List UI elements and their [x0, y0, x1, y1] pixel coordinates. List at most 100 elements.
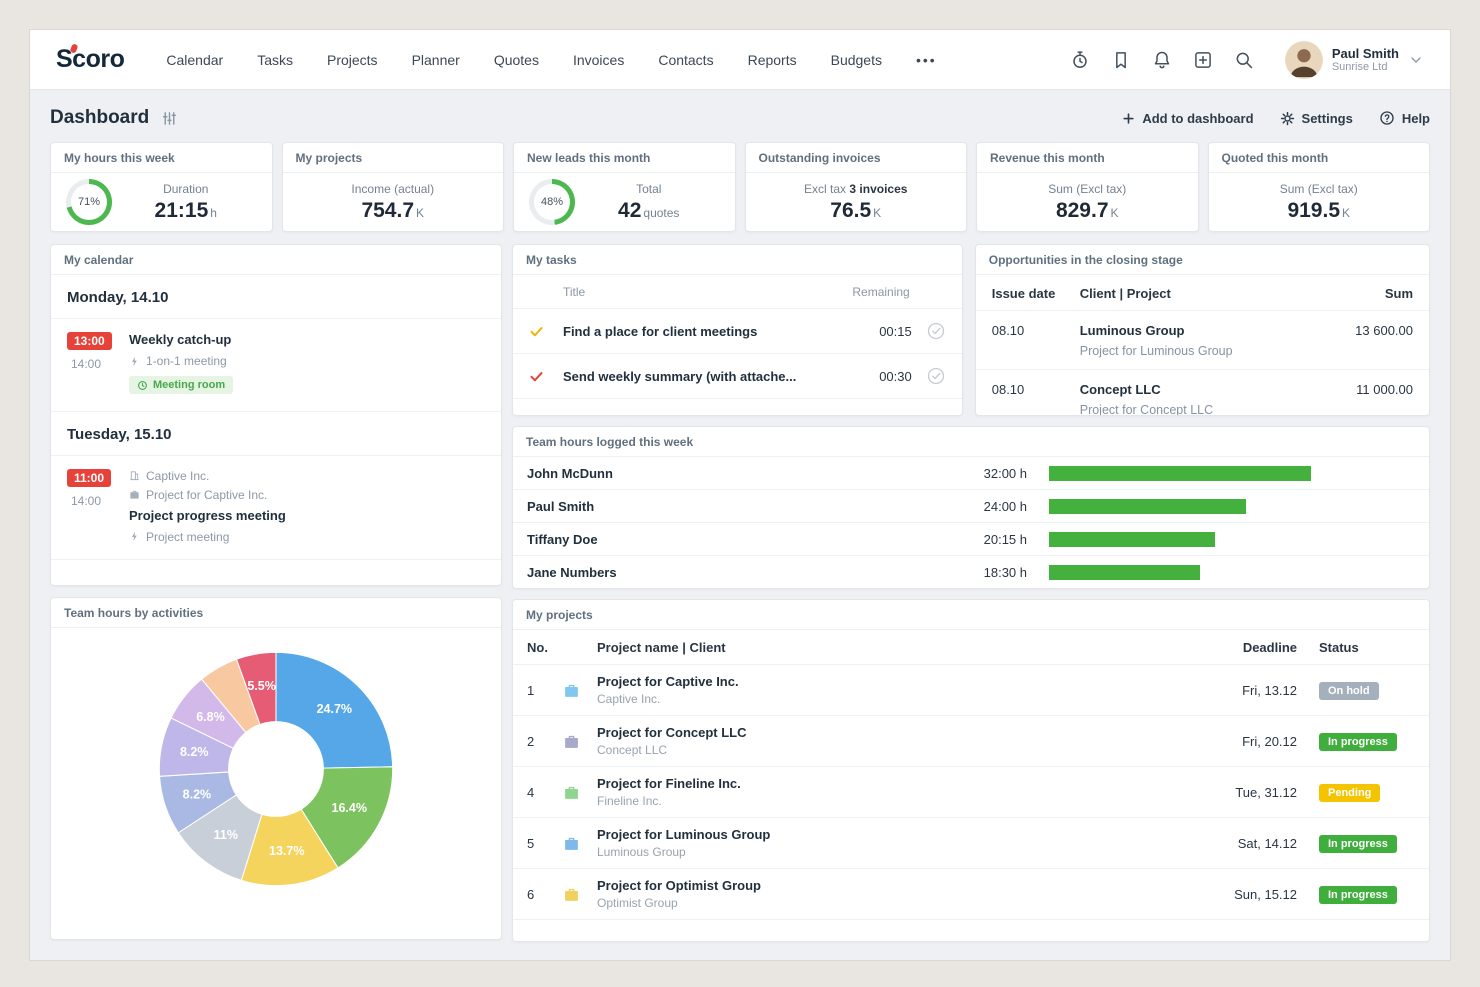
top-navigation: Scoro Calendar Tasks Projects Planner Qu… — [30, 30, 1450, 90]
team-hours-row[interactable]: Tiffany Doe 20:15 h — [513, 523, 1429, 556]
page-actions: Add to dashboard Settings Help — [1122, 110, 1430, 126]
nav-budgets[interactable]: Budgets — [831, 52, 882, 68]
nav-invoices[interactable]: Invoices — [573, 52, 624, 68]
member-hours: 18:30 h — [899, 565, 1029, 580]
panel-title: Team hours by activities — [51, 598, 501, 628]
nav-calendar[interactable]: Calendar — [166, 52, 223, 68]
user-menu[interactable]: Paul Smith Sunrise Ltd — [1285, 41, 1424, 79]
task-row[interactable]: Send weekly summary (with attache... 00:… — [513, 354, 962, 399]
metric-value: 42quotes — [575, 199, 723, 223]
nav-more-menu[interactable]: ••• — [916, 52, 937, 68]
opp-sum: 13 600.00 — [1318, 322, 1413, 358]
svg-text:8.2%: 8.2% — [183, 788, 212, 802]
metric-card-my-projects[interactable]: My projects Income (actual) 754.7K — [282, 142, 505, 232]
opp-issue-date: 08.10 — [992, 322, 1080, 358]
project-row[interactable]: 2 Project for Concept LLC Concept LLC Fr… — [513, 716, 1429, 767]
nav-planner[interactable]: Planner — [412, 52, 460, 68]
metric-card-my-hours[interactable]: My hours this week 71% Duration 21:15h — [50, 142, 273, 232]
add-to-dashboard-button[interactable]: Add to dashboard — [1122, 111, 1253, 126]
bell-icon[interactable] — [1152, 50, 1172, 70]
project-briefcase-icon — [563, 886, 597, 903]
meeting-room-tag[interactable]: Meeting room — [129, 376, 233, 394]
search-icon[interactable] — [1234, 50, 1254, 70]
metric-card-title: Quoted this month — [1209, 143, 1430, 173]
metric-cards-row: My hours this week 71% Duration 21:15h M… — [50, 142, 1430, 232]
lightning-icon — [129, 531, 140, 542]
project-deadline: Sun, 15.12 — [1187, 887, 1297, 902]
calendar-day-heading: Tuesday, 15.10 — [51, 412, 501, 456]
opportunity-row[interactable]: 08.10 Luminous Group Project for Luminou… — [976, 310, 1429, 369]
metric-card-quoted[interactable]: Quoted this month Sum (Excl tax) 919.5K — [1208, 142, 1431, 232]
nav-right-tools: Paul Smith Sunrise Ltd — [1070, 41, 1424, 79]
task-row[interactable]: Find a place for client meetings 00:15 — [513, 309, 962, 354]
member-name: Paul Smith — [527, 499, 899, 514]
panel-title: My tasks — [513, 245, 962, 275]
project-name: Project for Captive Inc. — [597, 674, 1187, 689]
project-row[interactable]: 4 Project for Fineline Inc. Fineline Inc… — [513, 767, 1429, 818]
team-hours-row[interactable]: Jane Numbers 18:30 h — [513, 556, 1429, 589]
hours-bar — [1049, 565, 1200, 580]
panel-title: My projects — [513, 600, 1429, 630]
nav-reports[interactable]: Reports — [748, 52, 797, 68]
team-hours-row[interactable]: Paul Smith 24:00 h — [513, 490, 1429, 523]
event-company: Captive Inc. — [146, 469, 209, 483]
task-complete-button[interactable] — [926, 321, 946, 341]
project-briefcase-icon — [563, 835, 597, 852]
settings-button[interactable]: Settings — [1280, 111, 1353, 126]
progress-donut: 71% — [66, 179, 112, 225]
project-name: Project for Concept LLC — [597, 725, 1187, 740]
help-icon — [1379, 110, 1395, 126]
nav-quotes[interactable]: Quotes — [494, 52, 539, 68]
calendar-event[interactable]: 11:00 14:00 Captive Inc. Project for Cap… — [51, 456, 501, 560]
metric-label: Total — [575, 182, 723, 196]
proj-col-name: Project name | Client — [597, 640, 1187, 655]
quick-add-icon[interactable] — [1193, 50, 1213, 70]
hours-bar — [1049, 466, 1311, 481]
gear-icon — [1280, 111, 1295, 126]
project-client: Fineline Inc. — [597, 794, 1187, 808]
project-client: Luminous Group — [597, 845, 1187, 859]
project-name: Project for Optimist Group — [597, 878, 1187, 893]
opp-project: Project for Concept LLC — [1080, 403, 1318, 416]
event-end-time: 14:00 — [71, 357, 129, 371]
panel-title: Opportunities in the closing stage — [976, 245, 1429, 275]
status-badge: In progress — [1319, 886, 1397, 904]
dashboard-filters-icon[interactable] — [161, 110, 178, 127]
scoro-logo[interactable]: Scoro — [56, 45, 124, 74]
metric-value: 919.5K — [1221, 199, 1418, 223]
event-title: Project progress meeting — [129, 508, 286, 523]
nav-contacts[interactable]: Contacts — [658, 52, 713, 68]
svg-text:24.7%: 24.7% — [317, 702, 352, 716]
member-hours: 32:00 h — [899, 466, 1029, 481]
project-name: Project for Luminous Group — [597, 827, 1187, 842]
project-client: Captive Inc. — [597, 692, 1187, 706]
project-deadline: Sat, 14.12 — [1187, 836, 1297, 851]
project-name: Project for Fineline Inc. — [597, 776, 1187, 791]
nav-projects[interactable]: Projects — [327, 52, 378, 68]
plus-icon — [1122, 112, 1135, 125]
metric-label: Income (actual) — [295, 182, 492, 196]
opportunity-row[interactable]: 08.10 Concept LLC Project for Concept LL… — [976, 369, 1429, 416]
bookmark-icon[interactable] — [1111, 50, 1131, 70]
hours-bar — [1049, 532, 1215, 547]
project-briefcase-icon — [563, 682, 597, 699]
calendar-event[interactable]: 13:00 14:00 Weekly catch-up 1-on-1 meeti… — [51, 319, 501, 412]
project-row[interactable]: 6 Project for Optimist Group Optimist Gr… — [513, 869, 1429, 920]
project-row[interactable]: 5 Project for Luminous Group Luminous Gr… — [513, 818, 1429, 869]
hours-bar — [1049, 499, 1246, 514]
metric-card-new-leads[interactable]: New leads this month 48% Total 42quotes — [513, 142, 736, 232]
task-complete-button[interactable] — [926, 366, 946, 386]
status-badge: Pending — [1319, 784, 1380, 802]
metric-card-revenue[interactable]: Revenue this month Sum (Excl tax) 829.7K — [976, 142, 1199, 232]
team-hours-row[interactable]: John McDunn 32:00 h — [513, 457, 1429, 490]
avatar — [1285, 41, 1323, 79]
help-button[interactable]: Help — [1379, 110, 1430, 126]
project-row[interactable]: 1 Project for Captive Inc. Captive Inc. … — [513, 665, 1429, 716]
time-tracker-icon[interactable] — [1070, 50, 1090, 70]
svg-text:16.4%: 16.4% — [332, 801, 367, 815]
nav-tasks[interactable]: Tasks — [257, 52, 293, 68]
status-badge: On hold — [1319, 682, 1379, 700]
metric-card-outstanding-invoices[interactable]: Outstanding invoices Excl tax 3 invoices… — [745, 142, 968, 232]
opp-client: Concept LLC — [1080, 382, 1161, 397]
metric-value: 829.7K — [989, 199, 1186, 223]
